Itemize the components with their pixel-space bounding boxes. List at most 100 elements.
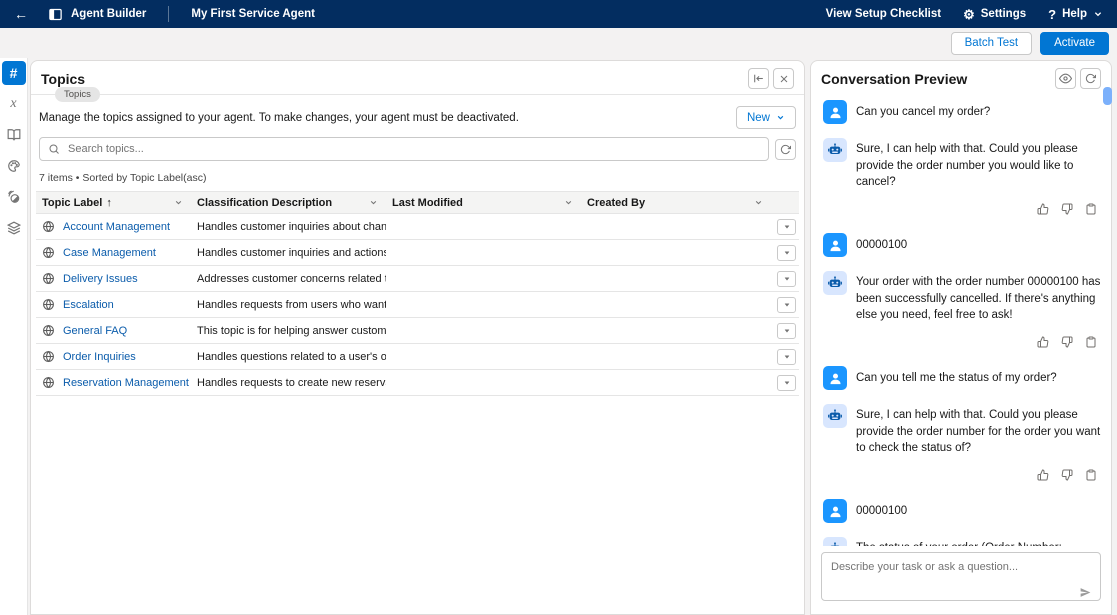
hash-icon: # — [10, 65, 18, 81]
thumbs-down-icon[interactable] — [1061, 203, 1073, 215]
table-row: Escalation Handles requests from users w… — [36, 292, 799, 318]
collapse-panel-button[interactable] — [748, 68, 769, 89]
sidebar-item-topics[interactable]: # — [2, 61, 26, 85]
activate-button[interactable]: Activate — [1040, 32, 1109, 55]
robot-icon — [827, 408, 843, 424]
column-header-last-modified[interactable]: Last Modified — [386, 197, 581, 209]
row-actions-button[interactable] — [777, 245, 796, 261]
column-header-classification-description[interactable]: Classification Description — [191, 197, 386, 209]
chevron-down-icon — [783, 224, 791, 230]
settings-menu[interactable]: ⚙ Settings — [963, 8, 1026, 21]
chevron-down-icon — [754, 199, 763, 206]
copy-icon[interactable] — [1085, 336, 1097, 348]
column-header-created-by[interactable]: Created By — [581, 197, 771, 209]
row-actions-button[interactable] — [777, 219, 796, 235]
topic-description-cell: Handles questions related to a user's or… — [191, 351, 386, 363]
thumbs-up-icon[interactable] — [1037, 203, 1049, 215]
message-feedback-row — [823, 203, 1097, 215]
topics-table: Topic Label ↑ Classification Description… — [36, 191, 799, 396]
message-feedback-row — [823, 469, 1097, 481]
layers-icon — [7, 221, 21, 235]
table-header-row: Topic Label ↑ Classification Description… — [36, 191, 799, 214]
topic-link[interactable]: Case Management — [63, 247, 156, 259]
row-actions-button[interactable] — [777, 297, 796, 313]
sidebar-item-theme[interactable] — [2, 154, 26, 178]
row-actions-button[interactable] — [777, 323, 796, 339]
table-body: Account Management Handles customer inqu… — [36, 214, 799, 396]
topic-link[interactable]: Order Inquiries — [63, 351, 136, 363]
topics-panel: Topics Topics Manage the topics assigned… — [30, 60, 805, 615]
chat-message: The status of your order (Order Number: … — [823, 537, 1101, 546]
globe-icon — [42, 298, 55, 311]
topics-tab[interactable]: Topics — [55, 87, 100, 102]
person-icon — [828, 238, 843, 253]
agent-avatar — [823, 271, 847, 295]
eye-icon — [1059, 72, 1072, 85]
sidebar-item-layers[interactable] — [2, 216, 26, 240]
chevron-down-icon — [564, 199, 573, 206]
chat-message: Your order with the order number 0000010… — [823, 271, 1101, 324]
globe-icon — [42, 246, 55, 259]
message-text: Sure, I can help with that. Could you pl… — [856, 141, 1101, 191]
row-actions-button[interactable] — [777, 349, 796, 365]
settings-label: Settings — [981, 8, 1026, 20]
sidebar-item-channels[interactable] — [2, 185, 26, 209]
message-body: Can you cancel my order? — [856, 104, 990, 121]
new-topic-button[interactable]: New — [736, 106, 796, 129]
message-body: 00000100 — [856, 237, 907, 254]
topic-link[interactable]: Escalation — [63, 299, 114, 311]
agent-avatar — [823, 537, 847, 546]
thumbs-down-icon[interactable] — [1061, 469, 1073, 481]
topic-link[interactable]: Reservation Management — [63, 377, 189, 389]
chat-input[interactable] — [821, 552, 1101, 601]
app-chip[interactable]: Agent Builder — [48, 7, 146, 22]
send-icon[interactable] — [1079, 586, 1092, 599]
chat-message: 00000100 — [823, 233, 1101, 257]
chevron-down-icon — [783, 302, 791, 308]
copy-icon[interactable] — [1085, 469, 1097, 481]
chat-input-area — [811, 546, 1111, 614]
message-body: Sure, I can help with that. Could you pl… — [856, 138, 1101, 191]
search-topics-input[interactable] — [66, 142, 760, 156]
chevron-down-icon — [783, 354, 791, 360]
preview-eye-button[interactable] — [1055, 68, 1076, 89]
view-setup-checklist-link[interactable]: View Setup Checklist — [826, 8, 941, 20]
app-name: Agent Builder — [71, 8, 146, 20]
topic-description-cell: Handles customer inquiries and actions r… — [191, 247, 386, 259]
chat-message: Can you tell me the status of my order? — [823, 366, 1101, 390]
thumbs-up-icon[interactable] — [1037, 336, 1049, 348]
topic-link[interactable]: Delivery Issues — [63, 273, 138, 285]
help-menu[interactable]: ? Help — [1048, 7, 1103, 22]
row-actions-button[interactable] — [777, 375, 796, 391]
message-text: 00000100 — [856, 503, 907, 520]
new-button-label: New — [747, 112, 770, 124]
back-arrow-icon[interactable]: ← — [14, 6, 28, 22]
action-bar: Batch Test Activate — [0, 28, 1117, 58]
refresh-icon — [780, 144, 791, 155]
close-panel-button[interactable] — [773, 68, 794, 89]
navbar-divider — [168, 6, 169, 22]
topic-link[interactable]: Account Management — [63, 221, 170, 233]
agent-title: My First Service Agent — [191, 8, 315, 20]
reset-conversation-button[interactable] — [1080, 68, 1101, 89]
thumbs-up-icon[interactable] — [1037, 469, 1049, 481]
refresh-list-button[interactable] — [775, 139, 796, 160]
left-icon-rail: # x — [0, 58, 28, 615]
close-icon — [778, 73, 790, 85]
copy-icon[interactable] — [1085, 203, 1097, 215]
book-icon — [7, 128, 21, 142]
row-actions-button[interactable] — [777, 271, 796, 287]
thumbs-down-icon[interactable] — [1061, 336, 1073, 348]
topics-description: Manage the topics assigned to your agent… — [39, 112, 519, 124]
sidebar-item-knowledge[interactable] — [2, 123, 26, 147]
items-summary: 7 items • Sorted by Topic Label(asc) — [31, 161, 804, 191]
column-header-topic-label[interactable]: Topic Label ↑ — [36, 197, 191, 209]
table-row: Account Management Handles customer inqu… — [36, 214, 799, 240]
batch-test-button[interactable]: Batch Test — [951, 32, 1033, 55]
topic-link[interactable]: General FAQ — [63, 325, 127, 337]
topic-description-cell: Addresses customer concerns related to d… — [191, 273, 386, 285]
chevron-down-icon — [1093, 10, 1103, 18]
sidebar-item-variables[interactable]: x — [2, 92, 26, 116]
panel-scrollbar-thumb[interactable] — [1103, 87, 1112, 105]
table-row: Case Management Handles customer inquiri… — [36, 240, 799, 266]
